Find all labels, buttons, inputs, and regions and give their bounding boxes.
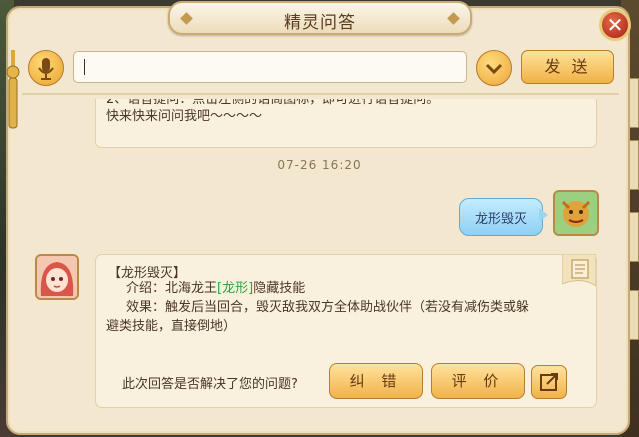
question-input[interactable]	[73, 51, 467, 83]
answer-title: 【龙形毁灭】	[108, 266, 187, 281]
intro-link[interactable]: [龙形]	[217, 281, 253, 296]
dropdown-button[interactable]	[476, 50, 512, 86]
share-button[interactable]	[531, 365, 567, 399]
send-button[interactable]: 发 送	[521, 50, 614, 84]
previous-message-line: 快来快来问问我吧～～～～	[106, 109, 263, 124]
title-bar: 精灵问答	[168, 1, 472, 35]
microphone-icon	[38, 58, 54, 80]
user-message-text: 龙形毁灭	[474, 212, 527, 227]
close-button[interactable]: ✕	[599, 9, 631, 41]
user-message-bubble: 龙形毁灭	[459, 198, 543, 236]
divider	[22, 93, 619, 95]
chevron-down-icon	[485, 63, 503, 75]
share-icon	[540, 373, 558, 391]
text-cursor	[84, 59, 85, 75]
scroll-icon	[562, 254, 596, 286]
intro-text-end: 隐藏技能	[253, 281, 306, 296]
user-avatar[interactable]	[553, 190, 599, 236]
answer-effect-continued: 避类技能，直接倒地）	[106, 319, 237, 334]
bubble-tail	[539, 208, 548, 222]
timestamp: 07-26 16:20	[277, 158, 362, 172]
intro-text: 北海龙王	[165, 281, 218, 296]
bot-avatar	[35, 254, 79, 300]
effect-label: 效果：	[126, 300, 166, 315]
answer-effect: 效果：触发后当回合，毁灭敌我双方全体助战伙伴（若没有减伤类或躲	[126, 299, 529, 317]
rate-button[interactable]: 评 价	[431, 363, 525, 399]
tassel-icon	[6, 50, 20, 129]
window-title: 精灵问答	[284, 13, 356, 33]
correct-error-button[interactable]: 纠 错	[329, 363, 423, 399]
close-icon: ✕	[606, 13, 624, 37]
answer-intro: 介绍：北海龙王[龙形]隐藏技能	[126, 280, 305, 298]
fairy-avatar-icon	[37, 256, 77, 298]
intro-label: 介绍：	[126, 281, 166, 296]
player-avatar-icon	[555, 192, 597, 234]
previous-message: 2、语音提问：点击左侧的话筒图标，即可进行语音提问。 快来快来问问我吧～～～～	[95, 99, 597, 148]
feedback-question: 此次回答是否解决了您的问题?	[122, 377, 298, 392]
effect-text: 触发后当回合，毁灭敌我双方全体助战伙伴（若没有减伤类或躲	[165, 300, 530, 315]
previous-message-line: 2、语音提问：点击左侧的话筒图标，即可进行语音提问。	[106, 99, 440, 107]
microphone-button[interactable]	[28, 50, 64, 86]
